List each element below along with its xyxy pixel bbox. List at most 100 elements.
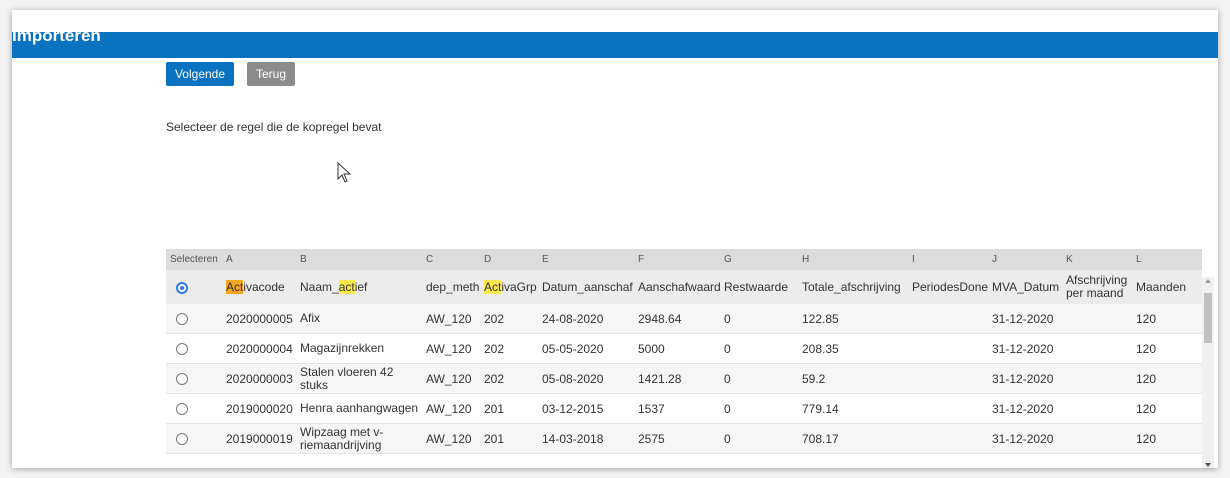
header-cell: Aanschafwaarde xyxy=(634,270,720,304)
table-scrollbar[interactable] xyxy=(1202,277,1214,468)
table-cell xyxy=(908,423,988,454)
column-letter: L xyxy=(1132,249,1202,270)
radio-icon[interactable] xyxy=(176,313,188,326)
table-cell: 2948.64 xyxy=(634,304,720,334)
table-cell: 202 xyxy=(480,363,538,394)
table-cell: AW_120 xyxy=(422,304,480,334)
table-cell: 14-03-2018 xyxy=(538,423,634,454)
scroll-thumb[interactable] xyxy=(1204,293,1212,343)
table-cell: Magazijnrekken xyxy=(296,333,422,364)
scroll-up-icon[interactable] xyxy=(1205,279,1211,283)
table-cell: 779.14 xyxy=(798,393,908,424)
table-cell xyxy=(1062,333,1132,364)
radio-icon[interactable] xyxy=(176,403,188,416)
table-cell: 03-12-2015 xyxy=(538,393,634,424)
table-cell: 31-12-2020 xyxy=(988,423,1062,454)
radio-icon[interactable] xyxy=(176,373,188,386)
column-letter: I xyxy=(908,249,988,270)
table-cell: 05-08-2020 xyxy=(538,363,634,394)
table-cell xyxy=(908,333,988,364)
table-row[interactable]: 2020000003 Stalen vloeren 42 stuks AW_120 2… xyxy=(166,363,1202,394)
page-title: Importeren xyxy=(12,26,101,45)
table-cell: Stalen vloeren 42 stuks xyxy=(296,363,422,394)
header-cell: Maanden xyxy=(1132,270,1202,304)
column-letter: C xyxy=(422,249,480,270)
column-letter: G xyxy=(720,249,798,270)
header-cell: PeriodesDone xyxy=(908,270,988,304)
table-cell: 202 xyxy=(480,333,538,364)
table-cell xyxy=(908,304,988,334)
import-table-container: Selecteren A B C D E F G H I J K L Activacode Naam_ac… xyxy=(166,249,1202,468)
column-letter: K xyxy=(1062,249,1132,270)
table-cell: 31-12-2020 xyxy=(988,333,1062,364)
row-select-cell[interactable] xyxy=(166,393,222,424)
header-cell: ActivaGrp xyxy=(480,270,538,304)
row-select-cell[interactable] xyxy=(166,270,222,304)
table-cell: 1537 xyxy=(634,393,720,424)
column-letter: H xyxy=(798,249,908,270)
table-row[interactable]: 2020000005 Afix AW_120 202 24-08-2020 2948.64… xyxy=(166,304,1202,334)
table-cell: 24-08-2020 xyxy=(538,304,634,334)
table-cell: 708.17 xyxy=(798,423,908,454)
table-cell: AW_120 xyxy=(422,363,480,394)
row-select-cell[interactable] xyxy=(166,304,222,334)
table-cell: 2019000020 xyxy=(222,393,296,424)
search-highlight: Act xyxy=(226,280,244,294)
scroll-down-icon[interactable] xyxy=(1205,463,1211,467)
table-cell: 0 xyxy=(720,304,798,334)
table-cell xyxy=(1062,304,1132,334)
header-candidate-row[interactable]: Activacode Naam_actief dep_meth ActivaGrp Da… xyxy=(166,270,1202,304)
table-cell: 1421.28 xyxy=(634,363,720,394)
table-cell: 2020000003 xyxy=(222,363,296,394)
radio-icon[interactable] xyxy=(176,433,188,446)
table-cell: 120 xyxy=(1132,363,1202,394)
row-select-cell[interactable] xyxy=(166,333,222,364)
header-cell: Activacode xyxy=(222,270,296,304)
table-cell: AW_120 xyxy=(422,333,480,364)
table-cell xyxy=(908,363,988,394)
search-highlight: act xyxy=(338,280,355,294)
table-cell: 208.35 xyxy=(798,333,908,364)
table-cell: 120 xyxy=(1132,304,1202,334)
table-cell: 2019000019 xyxy=(222,423,296,454)
table-row[interactable]: 2020000004 Magazijnrekken AW_120 202 05-05-2… xyxy=(166,333,1202,364)
table-cell: AW_120 xyxy=(422,423,480,454)
table-cell: 59.2 xyxy=(798,363,908,394)
table-cell: 5000 xyxy=(634,333,720,364)
table-cell: 0 xyxy=(720,333,798,364)
table-cell: 31-12-2020 xyxy=(988,393,1062,424)
column-letter: J xyxy=(988,249,1062,270)
radio-icon[interactable] xyxy=(176,343,188,356)
header-cell: Afschrijving per maand xyxy=(1062,270,1132,304)
column-letter: B xyxy=(296,249,422,270)
row-select-cell[interactable] xyxy=(166,423,222,454)
table-cell: 120 xyxy=(1132,423,1202,454)
table-row[interactable]: 2019000019 Wipzaag met v-riemaandrijving A… xyxy=(166,423,1202,454)
arrow-cursor-icon xyxy=(337,161,353,189)
table-cell: 31-12-2020 xyxy=(988,304,1062,334)
table-cell: 05-05-2020 xyxy=(538,333,634,364)
import-table: Selecteren A B C D E F G H I J K L Activacode Naam_ac… xyxy=(166,249,1202,454)
table-cell: 201 xyxy=(480,423,538,454)
table-cell xyxy=(908,393,988,424)
table-cell: 2020000005 xyxy=(222,304,296,334)
column-letter-row: Selecteren A B C D E F G H I J K L xyxy=(166,249,1202,270)
table-cell: Henra aanhangwagen xyxy=(296,393,422,424)
table-row[interactable]: 2019000020 Henra aanhangwagen AW_120 201 03-… xyxy=(166,393,1202,424)
table-cell: 201 xyxy=(480,393,538,424)
back-button[interactable]: Terug xyxy=(247,62,295,86)
table-cell: Wipzaag met v-riemaandrijving xyxy=(296,423,422,454)
import-window: Importeren Volgende Terug Selecteer de r… xyxy=(12,10,1218,468)
search-highlight: Act xyxy=(484,280,502,294)
table-cell: 120 xyxy=(1132,333,1202,364)
header-cell: MVA_Datum xyxy=(988,270,1062,304)
table-cell: 202 xyxy=(480,304,538,334)
column-letter: F xyxy=(634,249,720,270)
radio-icon[interactable] xyxy=(176,281,188,294)
instruction-text: Selecteer de regel die de kopregel bevat xyxy=(166,120,382,134)
row-select-cell[interactable] xyxy=(166,363,222,394)
header-cell: dep_meth xyxy=(422,270,480,304)
next-button[interactable]: Volgende xyxy=(166,62,234,86)
header-cell: Restwaarde xyxy=(720,270,798,304)
header-bar: Importeren xyxy=(12,26,1218,58)
